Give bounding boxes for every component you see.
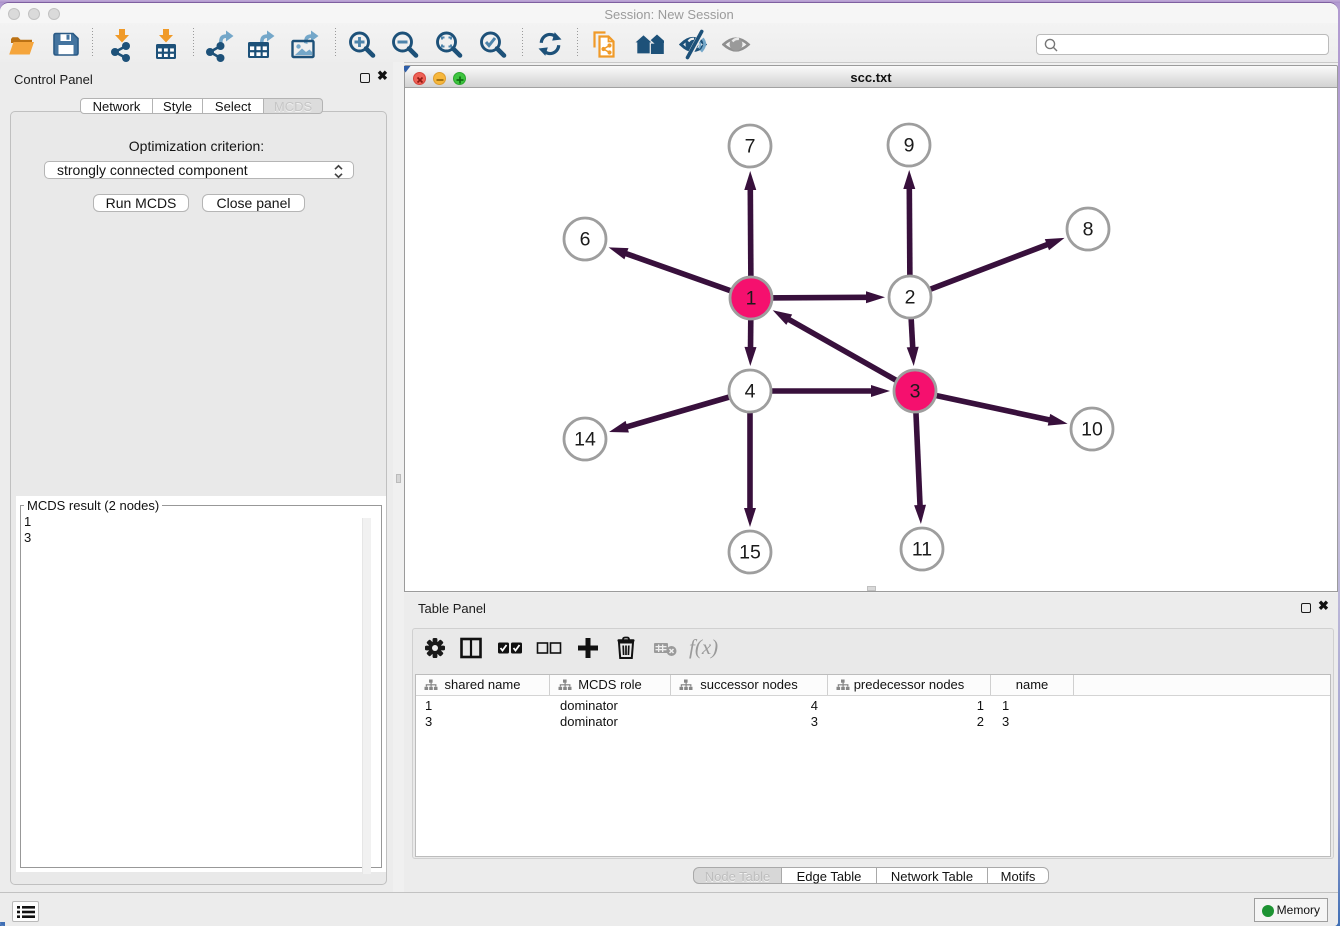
svg-text:15: 15 (739, 542, 761, 564)
svg-text:8: 8 (1083, 219, 1094, 241)
svg-text:1: 1 (746, 288, 757, 310)
svg-text:4: 4 (745, 381, 756, 403)
svg-text:6: 6 (580, 229, 591, 251)
svg-text:9: 9 (904, 135, 915, 157)
svg-text:7: 7 (745, 136, 756, 158)
svg-text:14: 14 (574, 429, 596, 451)
svg-text:3: 3 (910, 381, 921, 403)
svg-text:2: 2 (905, 287, 916, 309)
svg-text:11: 11 (912, 539, 932, 561)
svg-text:10: 10 (1081, 419, 1103, 441)
